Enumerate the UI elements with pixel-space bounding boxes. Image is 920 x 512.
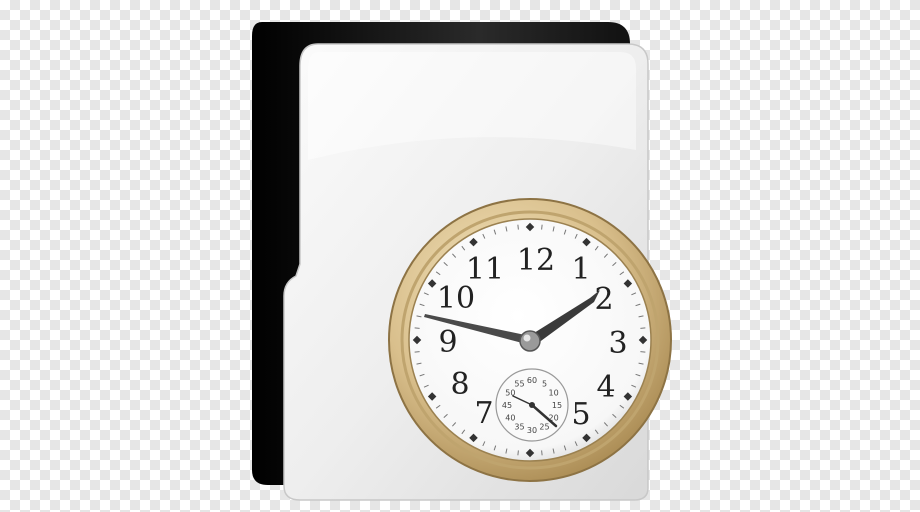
numeral-12: 12: [517, 243, 555, 278]
minute-tick: [517, 224, 519, 230]
numeral-9: 9: [438, 325, 457, 360]
numeral-11: 11: [466, 252, 504, 287]
numeral-3: 3: [608, 326, 627, 361]
subdial-numeral: 25: [539, 423, 549, 432]
minute-tick: [517, 450, 519, 456]
subdial-numeral: 40: [505, 414, 515, 423]
minute-tick: [414, 327, 420, 329]
subdial-numeral: 60: [527, 376, 537, 385]
seconds-subdial: 60 510152025303540455055: [495, 368, 569, 442]
subdial-numeral: 15: [552, 401, 562, 410]
subdial-numeral: 5: [542, 379, 547, 388]
subdial-numeral: 55: [514, 379, 524, 388]
numeral-7: 7: [474, 396, 493, 431]
subdial-numeral: 10: [549, 389, 559, 398]
minute-tick: [541, 450, 543, 456]
clock-icon: 12 1 2 3 4 5 7 8 9 10 11 60 5101520253035…: [388, 198, 672, 482]
numeral-8: 8: [450, 367, 469, 402]
minute-tick: [640, 351, 646, 353]
subdial-numeral: 45: [502, 401, 512, 410]
folder-clock-icon: 12 1 2 3 4 5 7 8 9 10 11 60 5101520253035…: [252, 22, 672, 501]
hand-pivot: [519, 330, 541, 352]
minute-tick: [541, 224, 543, 230]
subdial-numeral: 30: [527, 426, 537, 435]
subdial-numeral: 35: [514, 423, 524, 432]
numeral-5: 5: [571, 397, 590, 432]
numeral-2: 2: [594, 282, 613, 317]
minute-tick: [414, 351, 420, 353]
numeral-4: 4: [596, 370, 615, 405]
numeral-1: 1: [571, 252, 590, 287]
minute-tick: [640, 327, 646, 329]
